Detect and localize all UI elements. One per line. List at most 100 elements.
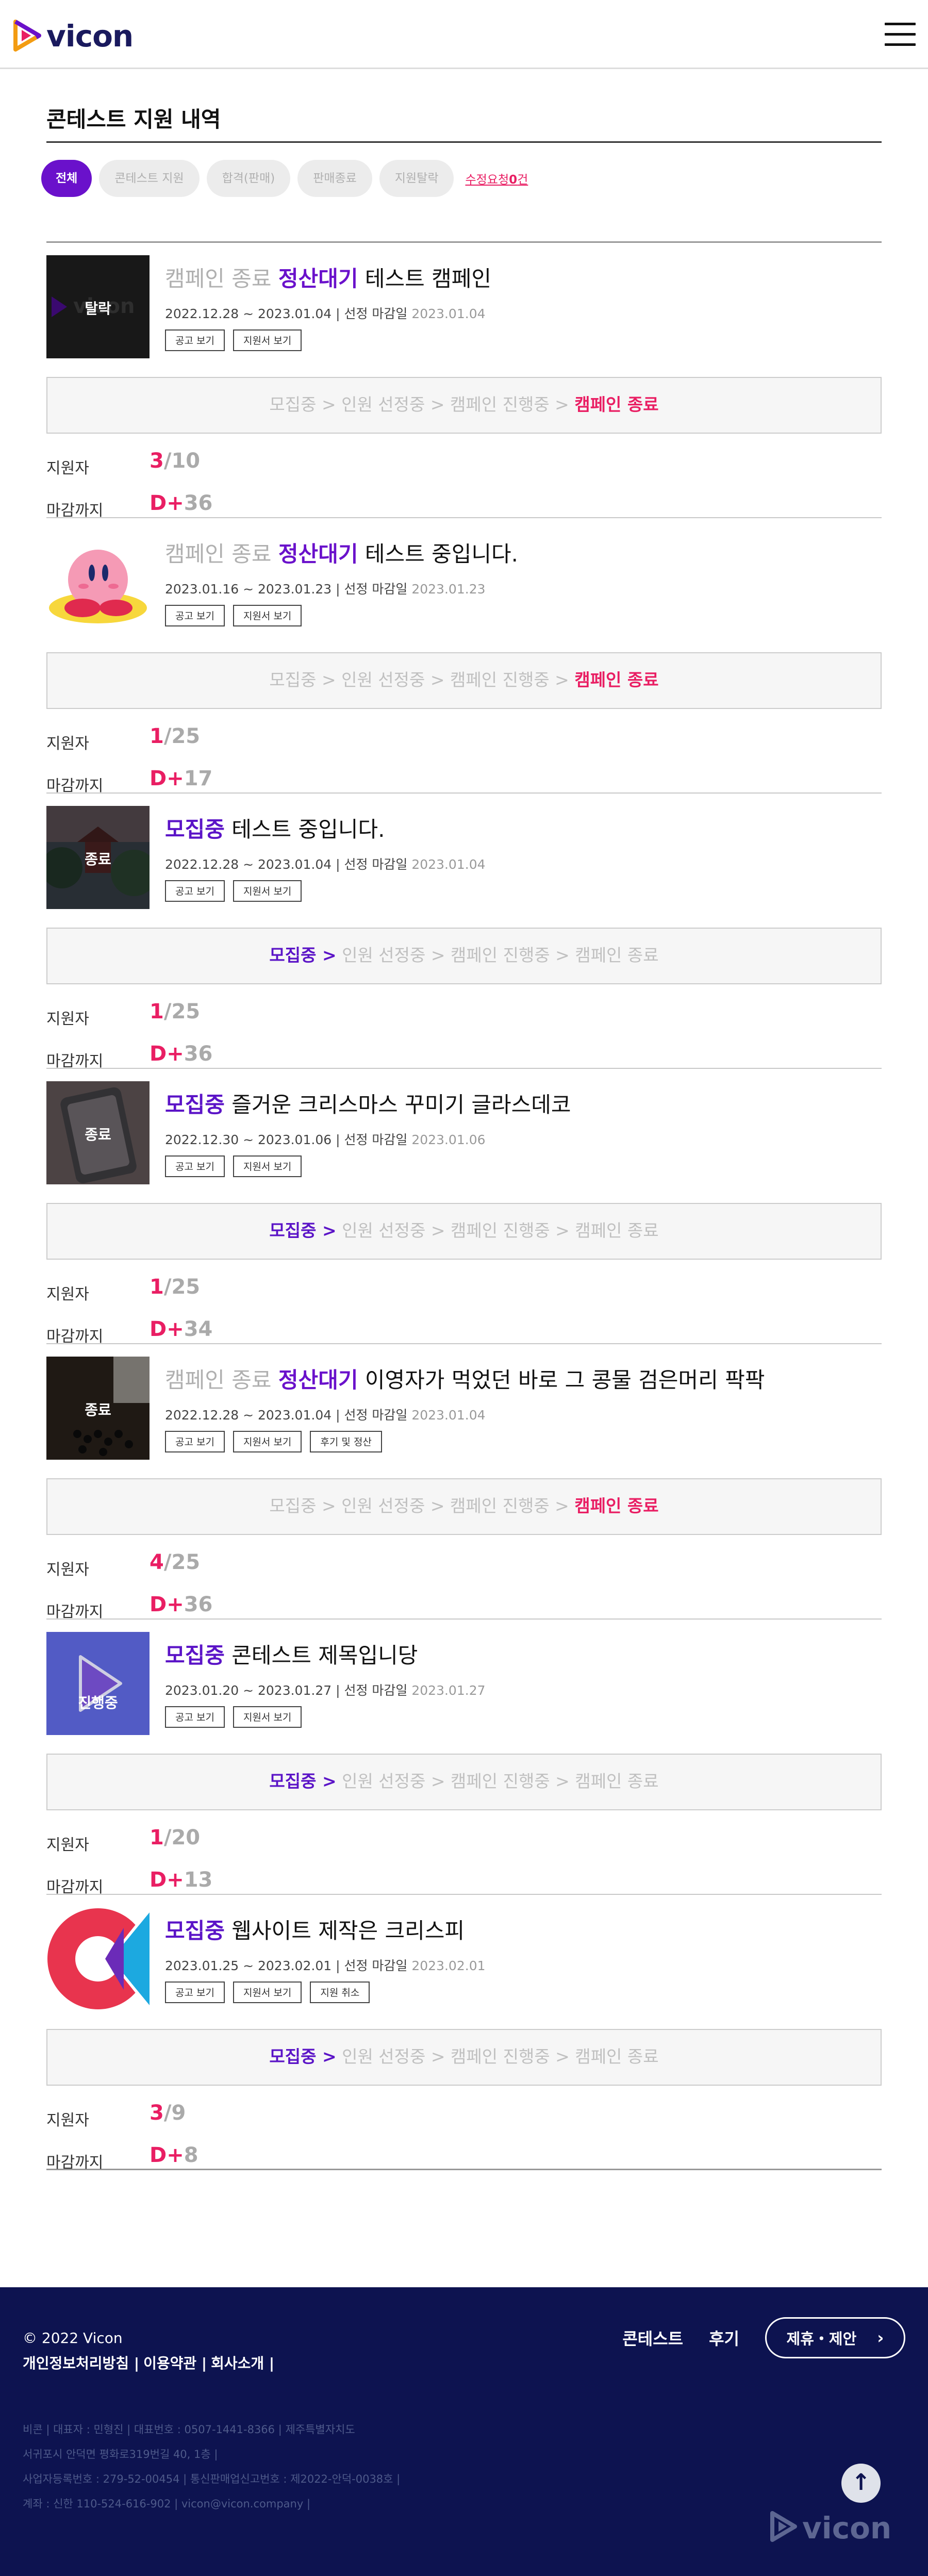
progress-steps: 모집중 > 인원 선정중 > 캠페인 진행중 > 캠페인 종료 <box>46 1203 882 1260</box>
ad-view-button[interactable]: 공고 보기 <box>165 605 225 626</box>
applicants-label: 지원자 <box>46 1836 89 1854</box>
contest-thumbnail[interactable]: 종료 <box>46 1357 150 1460</box>
applicants-count: 3/9 <box>150 2101 186 2125</box>
application-view-button[interactable]: 지원서 보기 <box>233 880 302 902</box>
application-view-button[interactable]: 지원서 보기 <box>233 605 302 626</box>
site-footer: © 2022 Vicon 개인정보처리방침 | 이용약관 | 회사소개 | 콘테… <box>0 2287 928 2576</box>
filter-contest-applied[interactable]: 콘테스트 지원 <box>99 160 200 197</box>
contest-title-line[interactable]: 캠페인 종료 정산대기 테스트 캠페인 <box>165 266 491 292</box>
applicants-count: 1/25 <box>150 1275 200 1299</box>
contest-dates: 2022.12.28 ~ 2023.01.04 | 선정 마감일 2023.01… <box>165 1408 486 1423</box>
contest-settlement-status: 정산대기 <box>278 541 358 567</box>
partnership-label: 제휴・제안 <box>786 2330 857 2348</box>
contest-thumbnail[interactable]: 종료 <box>46 1081 150 1184</box>
step-selecting: 인원 선정중 <box>342 1220 426 1241</box>
contest-title: 테스트 캠페인 <box>364 266 492 291</box>
ad-view-button[interactable]: 공고 보기 <box>165 1155 225 1177</box>
contest-title-line[interactable]: 모집중 즐거운 크리스마스 꾸미기 글라스데코 <box>165 1092 571 1118</box>
deadline-countdown: D+13 <box>150 1868 212 1892</box>
edit-request-label: 수정요청 <box>465 173 509 187</box>
progress-steps: 모집중 > 인원 선정중 > 캠페인 진행중 > 캠페인 종료 <box>46 377 882 434</box>
capacity-count: /10 <box>163 449 201 473</box>
filter-all[interactable]: 전체 <box>41 160 92 197</box>
filter-rejected[interactable]: 지원탈락 <box>379 160 454 197</box>
filter-accepted[interactable]: 합격(판매) <box>206 160 291 197</box>
contest-thumbnail[interactable]: vicon 탈락 <box>46 255 150 358</box>
step-recruiting: 모집중 <box>269 670 317 690</box>
contest-actions: 공고 보기 지원서 보기 <box>165 1155 310 1177</box>
deadline-date: 2023.01.06 <box>411 1132 486 1147</box>
contest-thumbnail[interactable]: 진행중 <box>46 1632 150 1735</box>
d-plus-prefix: D+ <box>150 1593 184 1616</box>
terms-link[interactable]: 이용약관 | <box>143 2352 207 2373</box>
contest-thumbnail[interactable] <box>46 531 150 634</box>
deadline-label: 선정 마감일 <box>344 857 408 872</box>
thumbnail-overlay <box>46 1632 150 1735</box>
end-date: 2023.01.04 <box>257 857 332 872</box>
deadline-label: 선정 마감일 <box>344 1683 408 1698</box>
edit-request-link[interactable]: 수정요청0건 <box>465 170 528 187</box>
privacy-policy-link[interactable]: 개인정보처리방침 | <box>23 2352 139 2373</box>
deadline-countdown-label: 마감까지 <box>46 1878 104 1896</box>
partnership-button[interactable]: 제휴・제안 › <box>765 2317 905 2358</box>
ad-view-button[interactable]: 공고 보기 <box>165 1431 225 1452</box>
contest-title-line[interactable]: 캠페인 종료 정산대기 테스트 중입니다. <box>165 541 518 568</box>
contest-status: 캠페인 종료 <box>165 541 272 567</box>
deadline-date: 2023.01.27 <box>411 1683 486 1698</box>
deadline-countdown-label: 마감까지 <box>46 1052 104 1070</box>
deadline-label: 선정 마감일 <box>344 1958 408 1973</box>
applied-count: 3 <box>150 2101 164 2125</box>
step-in-progress: 캠페인 진행중 <box>450 670 550 690</box>
application-view-button[interactable]: 지원서 보기 <box>233 1981 302 2003</box>
contest-actions: 공고 보기 지원서 보기 <box>165 1706 310 1728</box>
capacity-count: /25 <box>163 1275 201 1299</box>
footer-nav-contest[interactable]: 콘테스트 <box>622 2326 683 2350</box>
scroll-to-top-icon[interactable]: ↑ <box>841 2464 881 2503</box>
days-count: 36 <box>184 1593 213 1616</box>
ad-view-button[interactable]: 공고 보기 <box>165 1706 225 1728</box>
step-ended: 캠페인 종료 <box>575 1220 659 1241</box>
about-company-link[interactable]: 회사소개 | <box>211 2352 274 2373</box>
page-title: 콘테스트 지원 내역 <box>46 107 221 132</box>
ad-view-button[interactable]: 공고 보기 <box>165 880 225 902</box>
filter-sale-ended[interactable]: 판매종료 <box>297 160 372 197</box>
d-plus-prefix: D+ <box>150 2143 184 2167</box>
application-view-button[interactable]: 지원서 보기 <box>233 329 302 351</box>
deadline-countdown: D+36 <box>150 1042 212 1066</box>
applicants-label: 지원자 <box>46 1285 89 1303</box>
step-selecting: 인원 선정중 <box>341 394 425 415</box>
ad-view-button[interactable]: 공고 보기 <box>165 1981 225 2003</box>
thumbnail-status-label: 종료 <box>85 1126 111 1143</box>
edit-request-count: 0 <box>509 173 518 187</box>
contest-thumbnail[interactable]: 종료 <box>46 806 150 909</box>
thumbnail-status-label: 진행중 <box>78 1694 118 1711</box>
deadline-date: 2023.01.04 <box>411 857 486 872</box>
application-view-button[interactable]: 지원서 보기 <box>233 1155 302 1177</box>
contest-thumbnail[interactable] <box>46 1907 150 2010</box>
application-view-button[interactable]: 지원서 보기 <box>233 1706 302 1728</box>
review-settlement-button[interactable]: 후기 및 정산 <box>310 1431 382 1452</box>
days-count: 36 <box>184 1042 213 1066</box>
contest-title-line[interactable]: 모집중 웹사이트 제작은 크리스피 <box>165 1918 465 1944</box>
brand-name: vicon <box>46 19 134 54</box>
applied-count: 1 <box>150 1000 164 1023</box>
deadline-countdown: D+8 <box>150 2143 198 2167</box>
contest-title-line[interactable]: 캠페인 종료 정산대기 이영자가 먹었던 바로 그 콩물 검은머리 팍팍 <box>165 1367 765 1394</box>
applied-count: 1 <box>150 1826 164 1850</box>
company-info-line: 서귀포시 안덕면 평화로319번길 40, 1층 | <box>23 2448 218 2461</box>
step-selecting: 인원 선정중 <box>341 670 425 690</box>
application-view-button[interactable]: 지원서 보기 <box>233 1431 302 1452</box>
vicon-logo[interactable]: vicon <box>11 20 135 53</box>
applicants-label: 지원자 <box>46 1561 89 1579</box>
contest-title: 이영자가 먹었던 바로 그 콩물 검은머리 팍팍 <box>364 1367 765 1393</box>
menu-icon[interactable] <box>885 23 916 48</box>
step-ended: 캠페인 종료 <box>575 1771 659 1791</box>
progress-steps: 모집중 > 인원 선정중 > 캠페인 진행중 > 캠페인 종료 <box>46 2029 882 2086</box>
cancel-application-button[interactable]: 지원 취소 <box>310 1981 370 2003</box>
contest-status: 모집중 <box>165 817 225 842</box>
contest-title-line[interactable]: 모집중 콘테스트 제목입니당 <box>165 1642 418 1669</box>
deadline-date: 2023.01.23 <box>411 582 486 597</box>
contest-title-line[interactable]: 모집중 테스트 중입니다. <box>165 816 385 843</box>
ad-view-button[interactable]: 공고 보기 <box>165 329 225 351</box>
footer-nav-reviews[interactable]: 후기 <box>709 2326 739 2350</box>
